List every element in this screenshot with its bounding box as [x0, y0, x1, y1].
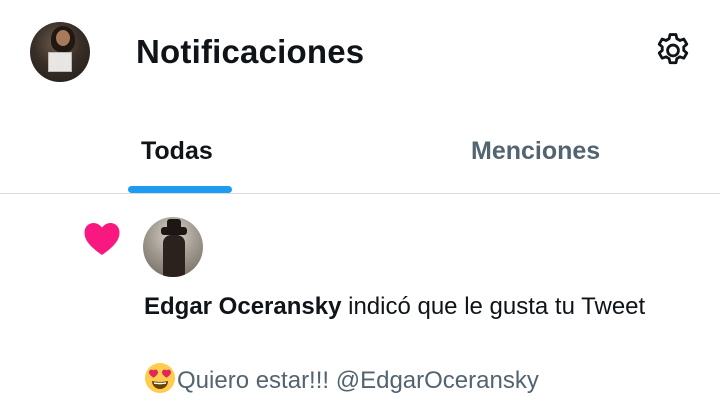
- tab-todas-label: Todas: [141, 137, 213, 165]
- notification-action: indicó que le gusta tu Tweet: [341, 293, 646, 320]
- user-avatar[interactable]: [143, 217, 203, 277]
- notification-item[interactable]: Edgar Oceransky indicó que le gusta tu T…: [0, 195, 720, 413]
- heart-eyes-emoji-icon: [144, 362, 176, 394]
- gear-icon[interactable]: [652, 30, 694, 72]
- avatar-hat-brim: [161, 227, 187, 235]
- tab-menciones-label: Menciones: [471, 137, 601, 165]
- tweet-preview[interactable]: Quiero estar!!! @EdgarOceransky: [144, 362, 704, 398]
- tab-menciones[interactable]: Menciones: [360, 104, 720, 193]
- header: Notificaciones: [0, 0, 720, 104]
- tab-todas[interactable]: Todas: [0, 104, 360, 193]
- active-tab-indicator: [128, 186, 232, 193]
- heart-icon: [82, 219, 122, 257]
- page-title: Notificaciones: [136, 33, 365, 70]
- tweet-preview-text: Quiero estar!!! @EdgarOceransky: [177, 367, 539, 394]
- avatar-face: [56, 30, 70, 46]
- profile-avatar[interactable]: [30, 22, 90, 82]
- avatar-photo-card: [48, 52, 72, 72]
- notification-tabs: Todas Menciones: [0, 104, 720, 194]
- notification-text: Edgar Oceransky indicó que le gusta tu T…: [144, 288, 684, 326]
- notification-author[interactable]: Edgar Oceransky: [144, 293, 341, 320]
- avatar-figure: [163, 235, 185, 277]
